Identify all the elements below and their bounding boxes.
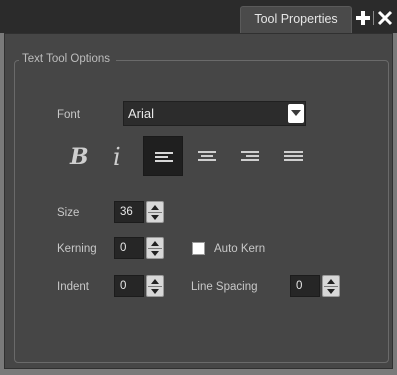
size-field[interactable]: 36 (114, 201, 144, 223)
line-spacing-field[interactable]: 0 (290, 275, 320, 297)
chevron-down-icon[interactable] (288, 104, 304, 123)
align-center-button[interactable] (187, 136, 227, 176)
chevron-up-icon[interactable] (327, 279, 335, 284)
chevron-up-icon[interactable] (151, 279, 159, 284)
chevron-up-icon[interactable] (151, 241, 159, 246)
plus-icon[interactable] (355, 10, 371, 26)
font-dropdown[interactable]: Arial (123, 101, 306, 126)
kerning-stepper[interactable]: 0 (114, 237, 165, 259)
align-right-button[interactable] (230, 136, 270, 176)
chevron-down-icon[interactable] (151, 215, 159, 220)
group-title: Text Tool Options (19, 52, 117, 67)
indent-stepper[interactable]: 0 (114, 275, 165, 297)
justify-button[interactable] (273, 136, 313, 176)
bold-icon: B (70, 144, 89, 170)
align-left-button[interactable] (143, 136, 183, 176)
chevron-up-icon[interactable] (151, 205, 159, 210)
indent-stepper-arrows[interactable] (146, 275, 164, 297)
font-dropdown-value: Arial (128, 106, 155, 121)
indent-label: Indent (57, 281, 89, 293)
size-stepper-arrows[interactable] (146, 201, 164, 223)
tab-tool-properties[interactable]: Tool Properties (240, 6, 352, 33)
indent-field[interactable]: 0 (114, 275, 144, 297)
align-center-icon (198, 151, 216, 161)
align-right-icon (241, 151, 259, 161)
tab-separator (373, 11, 374, 25)
kerning-label: Kerning (57, 243, 97, 255)
italic-button[interactable] (102, 136, 142, 176)
kerning-field[interactable]: 0 (114, 237, 144, 259)
justify-icon (284, 151, 303, 161)
auto-kern-label: Auto Kern (214, 243, 266, 255)
italic-icon: i (113, 143, 121, 171)
close-icon[interactable] (377, 10, 393, 26)
size-stepper[interactable]: 36 (114, 201, 165, 223)
align-left-icon (155, 152, 173, 162)
line-spacing-label: Line Spacing (191, 281, 258, 293)
font-label: Font (57, 109, 81, 121)
auto-kern-checkbox[interactable] (192, 242, 205, 255)
line-spacing-stepper-arrows[interactable] (322, 275, 340, 297)
chevron-down-icon[interactable] (151, 289, 159, 294)
line-spacing-stepper[interactable]: 0 (290, 275, 341, 297)
chevron-down-icon[interactable] (327, 289, 335, 294)
size-label: Size (57, 207, 80, 219)
chevron-down-icon[interactable] (151, 251, 159, 256)
kerning-stepper-arrows[interactable] (146, 237, 164, 259)
